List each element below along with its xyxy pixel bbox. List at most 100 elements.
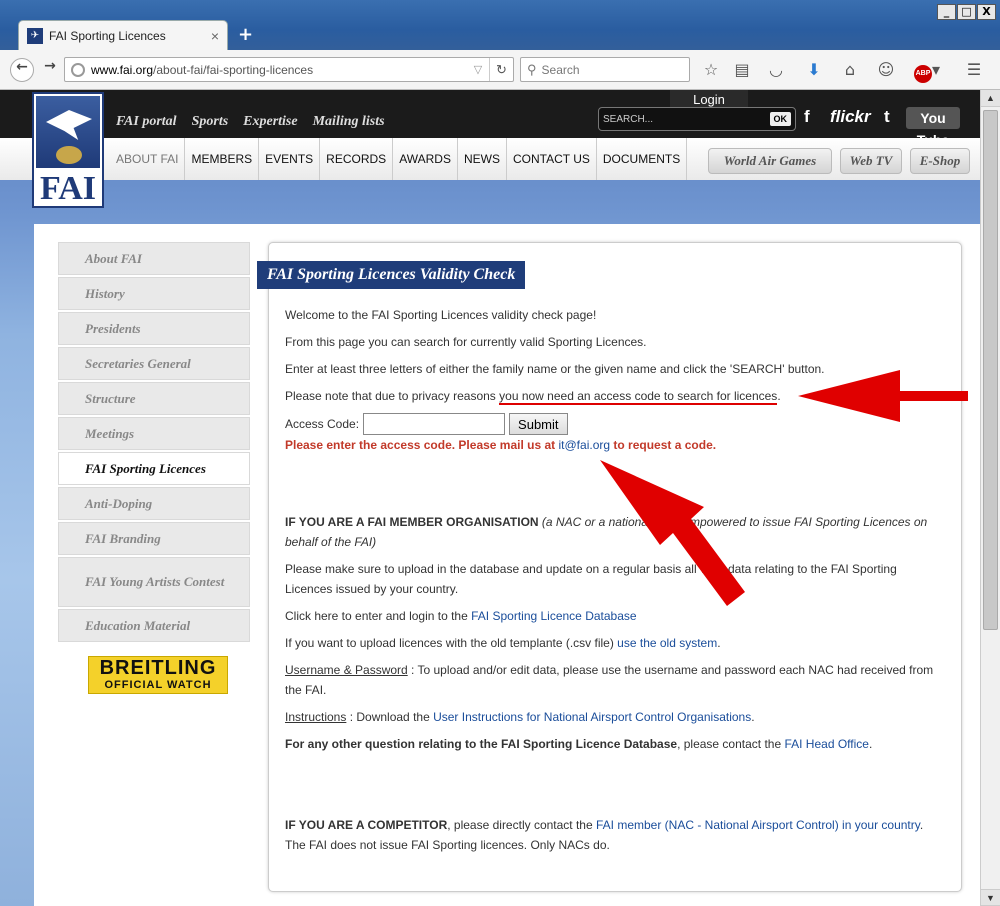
error-message: Please enter the access code. Please mai…: [285, 435, 945, 455]
site-search-placeholder: SEARCH...: [603, 113, 654, 125]
main-nav-about[interactable]: ABOUT FAI: [110, 138, 186, 180]
privacy-note-a: Please note that due to privacy reasons: [285, 389, 500, 403]
browser-tab[interactable]: ✈ FAI Sporting Licences ×: [18, 20, 228, 50]
old-b: .: [717, 636, 721, 650]
url-host: www.fai.org: [91, 62, 154, 77]
top-nav-item[interactable]: Expertise: [243, 114, 297, 130]
url-path: /about-fai/fai-sporting-licences: [153, 62, 314, 77]
old-system-text: If you want to upload licences with the …: [285, 633, 945, 653]
chat-icon[interactable]: ☺: [875, 60, 897, 80]
adblock-icon[interactable]: ABP ▾: [912, 60, 942, 83]
forward-button[interactable]: →: [38, 58, 62, 82]
main-nav-awards[interactable]: AWARDS: [393, 138, 458, 180]
search-input[interactable]: ⚲ Search: [520, 57, 690, 82]
sidebar-item-meetings[interactable]: Meetings: [58, 417, 250, 450]
home-icon[interactable]: ⌂: [839, 60, 861, 80]
download-icon[interactable]: ⬇: [803, 60, 825, 80]
eagle-icon: [36, 96, 100, 168]
other-b: .: [868, 737, 873, 751]
close-window-button[interactable]: X: [977, 4, 996, 20]
sidebar-item-sporting-licences[interactable]: FAI Sporting Licences: [58, 452, 250, 485]
url-dropdown-icon[interactable]: ▽: [467, 63, 489, 76]
window-controls: _ □ X: [937, 4, 996, 20]
intro-text: From this page you can search for curren…: [285, 335, 647, 349]
site-search-input[interactable]: SEARCH... OK: [598, 107, 796, 131]
url-bar[interactable]: www.fai.org/about-fai/fai-sporting-licen…: [64, 57, 514, 82]
eagle-wing-shape: [46, 110, 92, 140]
error-a: Please enter the access code. Please mai…: [285, 438, 559, 452]
click-here-text: Click here to enter and login to the FAI…: [285, 606, 945, 626]
main-nav-members[interactable]: MEMBERS: [185, 138, 260, 180]
submit-button[interactable]: Submit: [509, 413, 568, 435]
intro-text: Enter at least three letters of either t…: [285, 362, 825, 376]
url-text[interactable]: www.fai.org/about-fai/fai-sporting-licen…: [91, 63, 467, 77]
facebook-icon[interactable]: f: [804, 107, 810, 127]
database-link[interactable]: FAI Sporting Licence Database: [471, 609, 636, 623]
main-nav-contact[interactable]: CONTACT US: [507, 138, 597, 180]
scroll-down-icon[interactable]: ▼: [981, 889, 1000, 906]
scroll-up-icon[interactable]: ▲: [981, 90, 1000, 107]
star-icon[interactable]: ☆: [700, 60, 722, 80]
top-nav: FAI portal Sports Expertise Mailing list…: [116, 114, 385, 130]
youtube-icon[interactable]: You Tube: [906, 107, 960, 148]
member-section: IF YOU ARE A FAI MEMBER ORGANISATION (a …: [285, 512, 945, 552]
instructions-link[interactable]: User Instructions for National Airsport …: [433, 710, 751, 724]
main-nav-news[interactable]: NEWS: [458, 138, 507, 180]
top-nav-item[interactable]: Mailing lists: [313, 114, 385, 130]
sidebar-item-history[interactable]: History: [58, 277, 250, 310]
sidebar-item-secretaries[interactable]: Secretaries General: [58, 347, 250, 380]
licence-panel: FAI Sporting Licences Validity Check Wel…: [257, 242, 962, 892]
page-scrollbar[interactable]: ▲ ▼: [980, 90, 1000, 906]
top-nav-item[interactable]: Sports: [192, 114, 229, 130]
search-icon: ⚲: [527, 61, 537, 77]
reading-list-icon[interactable]: ▤: [731, 60, 753, 80]
world-air-games-button[interactable]: World Air Games: [708, 148, 832, 174]
menu-icon[interactable]: ☰: [963, 60, 985, 80]
globe-icon: [71, 62, 85, 77]
fai-logo[interactable]: FAI: [32, 92, 104, 208]
back-button[interactable]: ←: [10, 58, 34, 82]
sidebar-item-education[interactable]: Education Material: [58, 609, 250, 642]
breitling-logo[interactable]: BREITLING OFFICIAL WATCH: [88, 656, 228, 694]
old-system-link[interactable]: use the old system: [617, 636, 717, 650]
competitor-heading: IF YOU ARE A COMPETITOR: [285, 818, 448, 832]
main-nav-records[interactable]: RECORDS: [320, 138, 394, 180]
top-nav-item[interactable]: FAI portal: [116, 114, 177, 130]
main-nav-events[interactable]: EVENTS: [259, 138, 321, 180]
main-nav-documents[interactable]: DOCUMENTS: [597, 138, 688, 180]
privacy-note-c: .: [777, 389, 781, 403]
minimize-button[interactable]: _: [937, 4, 956, 20]
intro-text: Welcome to the FAI Sporting Licences val…: [285, 308, 597, 322]
userpass-label: Username & Password: [285, 663, 408, 677]
sidebar-item-anti-doping[interactable]: Anti-Doping: [58, 487, 250, 520]
maximize-button[interactable]: □: [957, 4, 976, 20]
comp-a: , please directly contact the: [447, 818, 596, 832]
panel-body: Welcome to the FAI Sporting Licences val…: [285, 305, 945, 862]
sidebar-item-about[interactable]: About FAI: [58, 242, 250, 275]
other-question-text: For any other question relating to the F…: [285, 734, 945, 754]
old-a: If you want to upload licences with the …: [285, 636, 618, 650]
tab-title: FAI Sporting Licences: [49, 28, 166, 43]
access-code-input[interactable]: [363, 413, 506, 435]
click-here-a: Click here to enter and login to the: [285, 609, 472, 623]
upload-text: Please make sure to upload in the databa…: [285, 562, 897, 596]
sidebar-item-presidents[interactable]: Presidents: [58, 312, 250, 345]
flickr-icon[interactable]: flickr: [830, 107, 871, 127]
tab-close-icon[interactable]: ×: [211, 28, 219, 44]
new-tab-button[interactable]: +: [238, 24, 253, 45]
e-shop-button[interactable]: E-Shop: [910, 148, 970, 174]
browser-navbar: ← → www.fai.org/about-fai/fai-sporting-l…: [0, 50, 1000, 90]
email-link[interactable]: it@fai.org: [559, 438, 611, 452]
sidebar-item-branding[interactable]: FAI Branding: [58, 522, 250, 555]
main-nav: ABOUT FAI MEMBERS EVENTS RECORDS AWARDS …: [0, 138, 980, 180]
twitter-icon[interactable]: t: [884, 107, 890, 127]
site-search-ok-button[interactable]: OK: [769, 112, 791, 126]
head-office-link[interactable]: FAI Head Office: [784, 737, 869, 751]
fai-member-link[interactable]: FAI member (NAC - National Airsport Cont…: [596, 818, 920, 832]
pocket-icon[interactable]: ◡: [765, 60, 787, 80]
sidebar-item-young-artists[interactable]: FAI Young Artists Contest: [58, 557, 250, 607]
web-tv-button[interactable]: Web TV: [840, 148, 902, 174]
sidebar-item-structure[interactable]: Structure: [58, 382, 250, 415]
scroll-thumb[interactable]: [983, 110, 998, 630]
reload-icon[interactable]: ↻: [489, 58, 513, 81]
